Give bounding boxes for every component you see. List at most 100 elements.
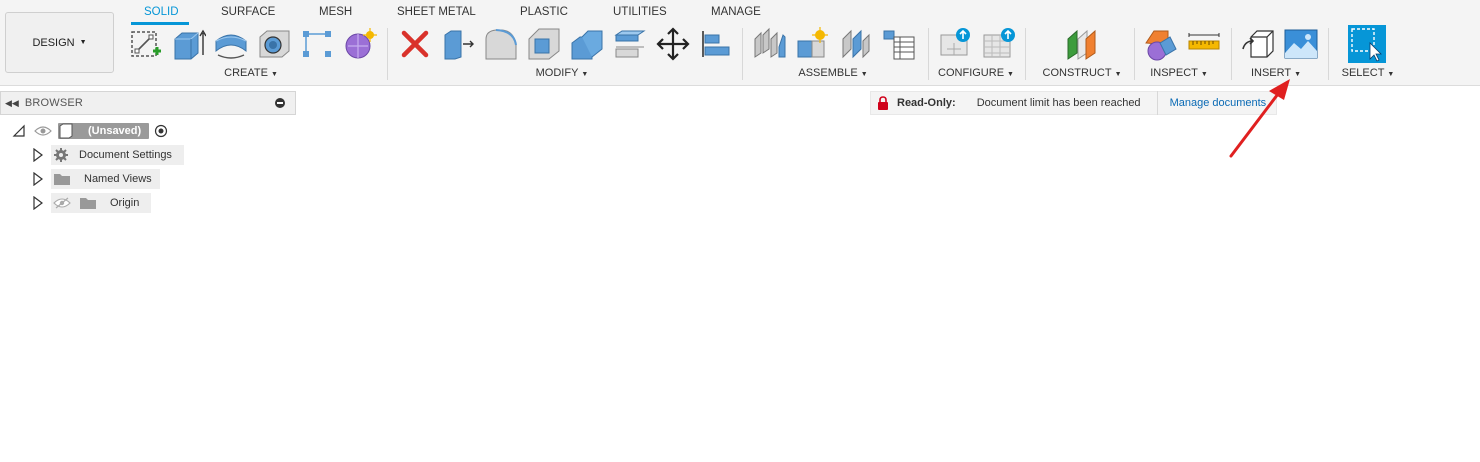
toolbar: DESIGN ▼ SOLID SURFACE MESH SHEET METAL …	[0, 0, 1480, 86]
configure-group-menu[interactable]: CONFIGURE ▼	[938, 67, 1014, 79]
tab-mesh[interactable]: MESH	[319, 6, 352, 18]
create-group-label: CREATE	[224, 67, 268, 79]
assemble-group-label: ASSEMBLE	[798, 67, 858, 79]
expand-triangle-icon[interactable]	[32, 148, 44, 162]
expand-triangle-icon[interactable]	[32, 172, 44, 186]
folder-icon	[54, 174, 70, 185]
chevron-down-icon: ▼	[1294, 71, 1302, 78]
construct-group-label: CONSTRUCT	[1042, 67, 1112, 79]
chamfer-tool[interactable]	[527, 27, 561, 61]
insert-derive-icon	[1242, 30, 1274, 58]
tab-solid[interactable]: SOLID	[144, 6, 179, 18]
insert-group-menu[interactable]: INSERT ▼	[1251, 67, 1301, 79]
chevron-down-icon: ▼	[1007, 71, 1014, 78]
inspect-group-label: INSPECT	[1150, 67, 1198, 79]
browser-item-origin[interactable]: Origin	[32, 193, 152, 213]
select-group-label: SELECT	[1341, 67, 1385, 79]
active-tab-indicator	[131, 22, 189, 25]
delete-icon	[401, 30, 429, 58]
component-icon	[754, 27, 786, 58]
offset-plane-tool[interactable]	[1065, 27, 1099, 61]
shell-tool[interactable]	[570, 27, 604, 61]
browser-title: BROWSER	[24, 97, 84, 109]
eye-hidden-icon[interactable]	[53, 197, 71, 209]
joint-icon	[797, 27, 828, 58]
browser-item-label: Document Settings	[79, 149, 172, 161]
assemble-group-menu[interactable]: ASSEMBLE ▼	[798, 67, 867, 79]
root-label: (Unsaved)	[88, 125, 142, 137]
browser-item-document-settings[interactable]: Document Settings	[32, 145, 184, 165]
create-form-tool[interactable]	[343, 27, 377, 61]
chamfer-icon	[528, 28, 560, 60]
sketch-icon	[131, 31, 161, 57]
extrude-tool[interactable]	[172, 27, 206, 61]
modify-group-menu[interactable]: MODIFY ▼	[536, 67, 589, 79]
tab-surface[interactable]: SURFACE	[221, 6, 275, 18]
read-only-message: Document limit has been reached	[976, 97, 1141, 109]
fillet-tool[interactable]	[484, 27, 518, 61]
browser-item-named-views[interactable]: Named Views	[32, 169, 160, 189]
image-icon	[1284, 29, 1318, 59]
joint-tool[interactable]	[796, 27, 830, 61]
combine-tool[interactable]	[613, 27, 647, 61]
minimize-panel-icon[interactable]	[275, 98, 285, 108]
align-icon	[702, 31, 730, 57]
browser-item-label: Named Views	[84, 173, 152, 185]
notice-divider	[1156, 91, 1158, 115]
group-divider	[928, 28, 929, 80]
eye-icon[interactable]	[34, 125, 52, 137]
insert-canvas-tool[interactable]	[1284, 27, 1318, 61]
read-only-label: Read-Only:	[897, 97, 956, 109]
folder-icon	[80, 198, 96, 209]
tab-sheet-metal[interactable]: SHEET METAL	[397, 6, 476, 18]
tab-utilities[interactable]: UTILITIES	[613, 6, 667, 18]
extrude-icon	[174, 29, 206, 60]
inspect-group-menu[interactable]: INSPECT ▼	[1150, 67, 1208, 79]
revolve-tool[interactable]	[214, 27, 248, 61]
browser-root-row[interactable]: (Unsaved)	[12, 121, 168, 141]
configuration-table-icon	[983, 28, 1015, 58]
manage-documents-link[interactable]: Manage documents	[1170, 97, 1267, 109]
create-group-menu[interactable]: CREATE ▼	[224, 67, 278, 79]
chevron-down-icon: ▼	[270, 71, 278, 78]
configure-design-tool[interactable]	[939, 27, 973, 61]
bill-of-materials-tool[interactable]	[882, 27, 916, 61]
combine-icon	[614, 30, 646, 58]
browser-item-label: Origin	[110, 197, 140, 209]
revolve-icon	[215, 34, 247, 59]
read-only-notice: Read-Only: Document limit has been reach…	[870, 91, 1278, 115]
as-built-joint-icon	[842, 29, 870, 59]
expand-triangle-icon[interactable]	[32, 196, 44, 210]
workspace-switcher-button[interactable]: DESIGN ▼	[5, 12, 114, 73]
root-component-chip[interactable]: (Unsaved)	[58, 123, 150, 139]
interference-icon	[1145, 30, 1177, 61]
form-icon	[345, 28, 377, 59]
pattern-tool[interactable]	[300, 27, 334, 61]
shell-icon	[571, 30, 603, 60]
press-pull-tool[interactable]	[441, 27, 475, 61]
collapse-triangle-icon[interactable]	[12, 124, 26, 138]
interference-tool[interactable]	[1144, 27, 1178, 61]
delete-tool[interactable]	[398, 27, 432, 61]
select-tool[interactable]	[1348, 25, 1386, 63]
hole-tool[interactable]	[257, 27, 291, 61]
move-copy-tool[interactable]	[656, 27, 690, 61]
tab-manage[interactable]: MANAGE	[711, 6, 761, 18]
insert-derive-tool[interactable]	[1241, 27, 1275, 61]
new-component-tool[interactable]	[753, 27, 787, 61]
construct-group-menu[interactable]: CONSTRUCT ▼	[1043, 67, 1122, 79]
pattern-icon	[303, 31, 331, 57]
measure-tool[interactable]	[1187, 27, 1221, 61]
chevron-down-icon: ▼	[1200, 71, 1208, 78]
tab-plastic[interactable]: PLASTIC	[520, 6, 568, 18]
fillet-icon	[485, 29, 517, 60]
activate-radio-icon[interactable]	[154, 124, 168, 138]
align-tool[interactable]	[699, 27, 733, 61]
as-built-joint-tool[interactable]	[839, 27, 873, 61]
create-sketch-tool[interactable]	[129, 27, 163, 61]
configuration-table-tool[interactable]	[982, 27, 1016, 61]
group-divider	[1231, 28, 1232, 80]
collapse-panel-icon[interactable]: ◀◀	[5, 98, 19, 109]
press-pull-icon	[444, 30, 474, 60]
select-group-menu[interactable]: SELECT ▼	[1342, 67, 1395, 79]
